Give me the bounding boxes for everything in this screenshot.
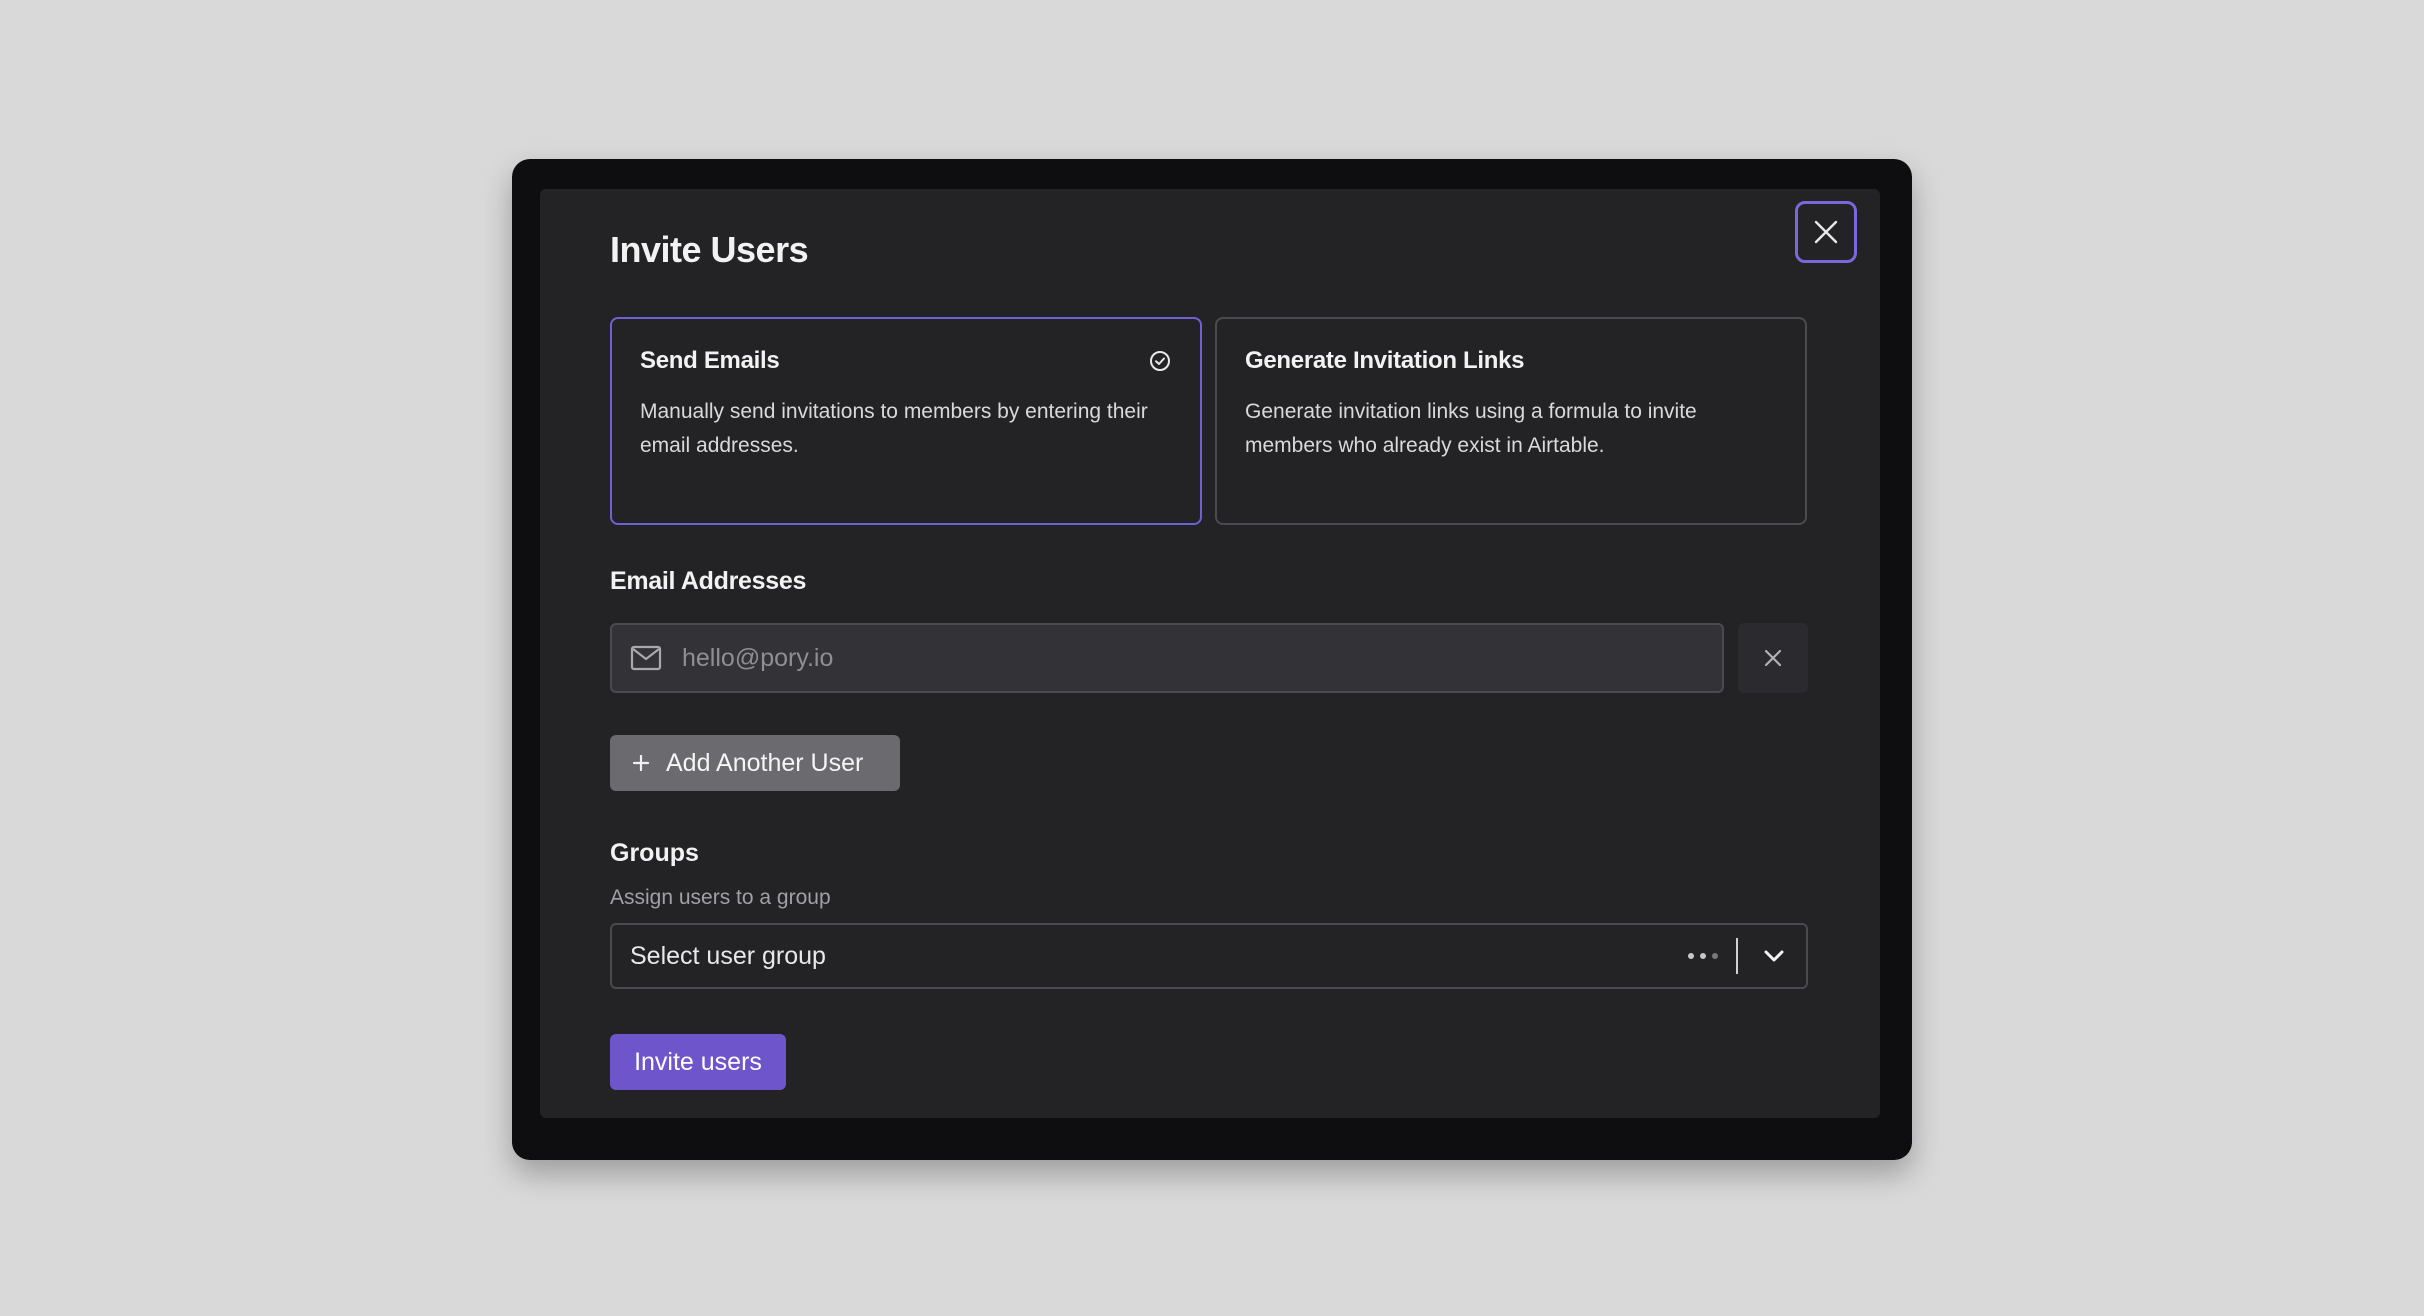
plus-icon [632,754,650,772]
option-generate-links[interactable]: Generate Invitation Links Generate invit… [1215,317,1807,525]
modal-frame: Invite Users Send Emails Manually send i… [512,159,1912,1160]
invite-users-button[interactable]: Invite users [610,1034,786,1090]
user-group-select[interactable]: Select user group [610,923,1808,989]
option-title: Generate Invitation Links [1245,347,1525,374]
email-section-label: Email Addresses [610,567,807,595]
close-icon [1814,220,1838,244]
chevron-down-icon [1764,950,1784,962]
invite-users-dialog: Invite Users Send Emails Manually send i… [540,189,1880,1118]
remove-email-button[interactable] [1738,623,1808,693]
check-circle-icon [1150,351,1170,371]
select-divider [1736,938,1738,974]
backdrop: Invite Users Send Emails Manually send i… [0,0,2424,1316]
email-field-wrapper [610,623,1724,693]
add-another-user-button[interactable]: Add Another User [610,735,900,791]
option-title: Send Emails [640,347,780,374]
loading-dots-icon [1688,953,1718,959]
groups-subtitle: Assign users to a group [610,886,831,909]
option-description: Generate invitation links using a formul… [1245,400,1697,457]
email-input[interactable] [682,643,1682,673]
option-send-emails[interactable]: Send Emails Manually send invitations to… [610,317,1202,525]
select-dropdown-toggle[interactable] [1754,936,1794,976]
select-value: Select user group [630,941,826,970]
dialog-title: Invite Users [610,229,809,270]
mail-icon [630,645,662,671]
groups-label: Groups [610,839,699,867]
add-user-label: Add Another User [666,748,864,777]
close-button[interactable] [1795,201,1857,263]
remove-x-icon [1764,649,1782,667]
option-description: Manually send invitations to members by … [640,400,1148,457]
